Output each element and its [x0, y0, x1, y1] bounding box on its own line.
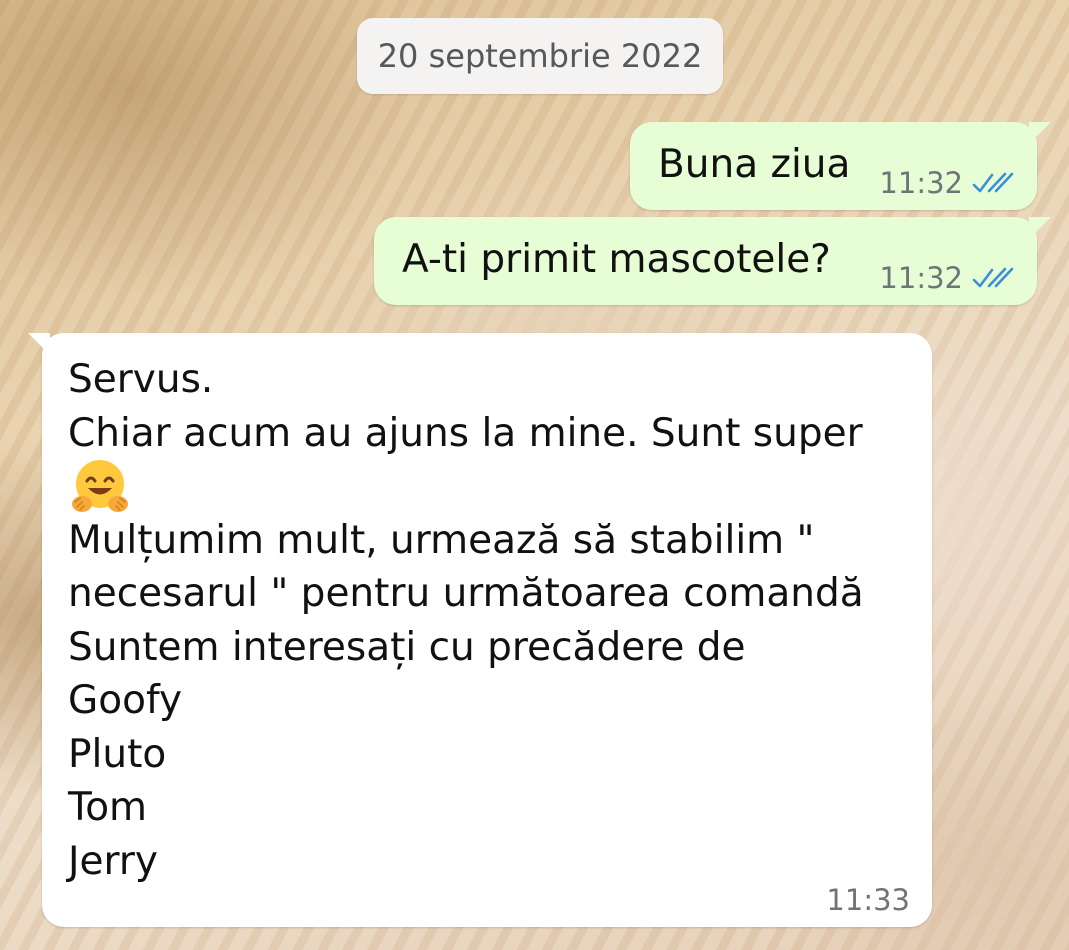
message-line: Mulțumim mult, urmează să stabilim " [68, 517, 815, 563]
message-bubble-outgoing[interactable]: A-ti primit mascotele? 11:32 [374, 217, 1051, 305]
message-time: 11:32 [879, 166, 963, 200]
hugging-face-icon [72, 459, 128, 512]
message-line: Goofy [68, 678, 183, 723]
message-text: A-ti primit mascotele? [402, 237, 831, 282]
message-body: Servus. Chiar acum au ajuns la mine. Sun… [68, 353, 864, 888]
message-line: Servus. [68, 357, 214, 402]
emoji-line [68, 459, 864, 514]
message-meta: 11:32 [879, 166, 1015, 200]
message-bubble-outgoing[interactable]: Buna ziua 11:32 [630, 122, 1051, 210]
message-line: necesarul " pentru următoarea comandă [68, 571, 864, 616]
date-label: 20 septembrie 2022 [377, 37, 703, 75]
message-line: Tom [68, 785, 148, 830]
message-meta: 11:32 [879, 261, 1015, 295]
double-check-icon [972, 267, 1014, 288]
double-check-icon [972, 172, 1014, 193]
message-line: Pluto [68, 731, 167, 777]
message-line: Suntem interesați cu precădere de [68, 624, 746, 670]
message-text: Buna ziua [658, 142, 851, 187]
message-bubble-incoming[interactable]: Servus. Chiar acum au ajuns la mine. Sun… [28, 333, 932, 927]
message-time: 11:33 [826, 883, 910, 917]
date-separator: 20 septembrie 2022 [357, 18, 723, 94]
message-time: 11:32 [879, 261, 963, 295]
message-line: Chiar acum au ajuns la mine. Sunt super [68, 410, 863, 456]
message-line: Jerry [68, 838, 158, 884]
